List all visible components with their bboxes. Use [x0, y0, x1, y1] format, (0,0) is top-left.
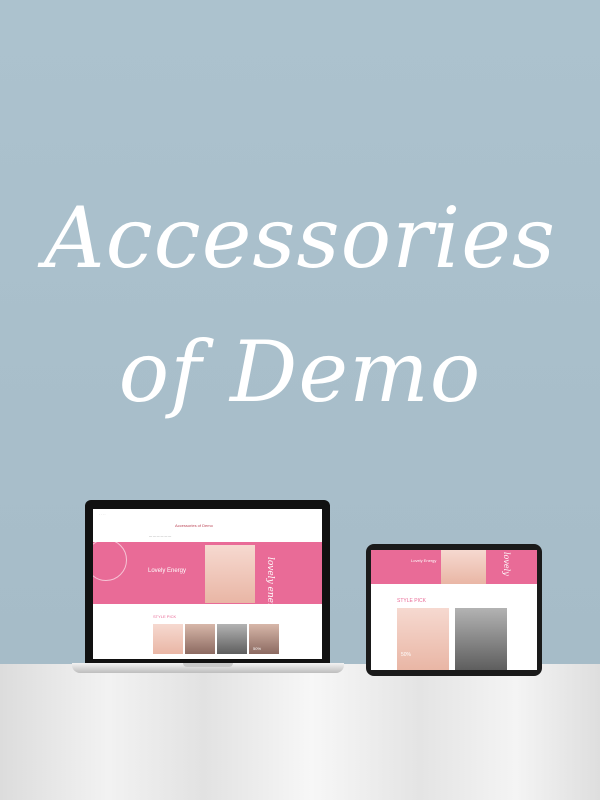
tablet-product-1: [397, 608, 449, 670]
laptop-mockup: · · · · Accessories of Demo — — — — — — …: [85, 500, 330, 667]
laptop-screen: · · · · Accessories of Demo — — — — — — …: [93, 509, 322, 659]
tablet-product-2: [455, 608, 507, 670]
tablet-section-title: STYLE PICK: [397, 598, 426, 604]
laptop-notch: [183, 663, 233, 667]
laptop-banner-title: Lovely Energy: [148, 568, 187, 574]
tablet-mockup: Lovely Energy lovely STYLE PICK 50%: [366, 544, 542, 676]
tablet-screen: Lovely Energy lovely STYLE PICK 50%: [371, 550, 537, 670]
laptop-product-2: [185, 624, 215, 654]
laptop-nav: — — — — — —: [149, 534, 172, 538]
headline-line-1: Accessories: [43, 189, 557, 287]
laptop-product-3: [217, 624, 247, 654]
headline-line-2: of Demo: [118, 323, 482, 421]
marble-table-front: [0, 664, 600, 800]
laptop-banner-script: lovely energy: [265, 557, 275, 619]
tablet-product-badge: 50%: [401, 652, 412, 658]
tablet-banner-script: lovely: [502, 552, 511, 576]
laptop-product-1: [153, 624, 183, 654]
tablet-banner-title: Lovely Energy: [411, 558, 437, 563]
tablet-banner-model-image: [441, 550, 486, 584]
laptop-top-links: · · · ·: [99, 512, 106, 516]
laptop-banner-model-image: [205, 545, 255, 603]
laptop-brand: Accessories of Demo: [175, 523, 213, 528]
laptop-section-title: STYLE PICK: [153, 614, 177, 619]
laptop-product-badge: 50%: [253, 646, 262, 651]
